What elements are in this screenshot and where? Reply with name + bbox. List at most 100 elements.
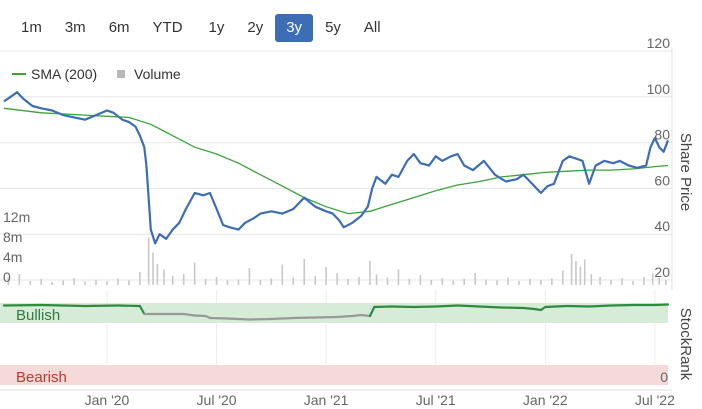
- bearish-label: Bearish: [16, 369, 67, 386]
- volume-bar: [226, 280, 229, 285]
- volume-tick-label: 4m: [3, 249, 22, 265]
- volume-bar: [463, 279, 465, 285]
- volume-bar: [128, 280, 130, 285]
- volume-bar: [496, 280, 498, 285]
- volume-bar: [419, 275, 422, 285]
- volume-bar: [156, 264, 159, 285]
- volume-bar: [590, 274, 593, 285]
- stockrank-axis-title: StockRank: [677, 308, 694, 381]
- volume-bar: [529, 279, 531, 285]
- volume-bar: [430, 280, 433, 285]
- x-tick-label: Jan '22: [523, 392, 568, 408]
- volume-bar: [375, 274, 378, 285]
- stockrank-line-segment: [193, 314, 207, 318]
- sma-line-layer: [3, 107, 669, 215]
- volume-bar: [40, 279, 43, 285]
- sma-legend-label: SMA (200): [31, 66, 97, 82]
- stockrank-line-segment: [390, 305, 415, 309]
- stockrank-line-segment: [373, 305, 393, 309]
- stockrank-line-segment: [587, 304, 613, 308]
- bearish-zone: [0, 365, 668, 385]
- price-line: [3, 91, 670, 245]
- sma-line: [3, 107, 669, 215]
- price-tick-label: 80: [654, 127, 670, 143]
- volume-bar: [84, 281, 86, 285]
- volume-bar: [643, 277, 645, 285]
- volume-bar: [347, 279, 349, 285]
- volume-bar: [485, 279, 487, 285]
- stockrank-line-segment: [500, 306, 525, 310]
- volume-bar: [621, 278, 623, 285]
- volume-bar: [336, 273, 338, 285]
- volume-bar: [540, 280, 542, 285]
- volume-bar: [551, 278, 553, 285]
- price-tick-label: 60: [654, 172, 670, 188]
- volume-bar: [152, 252, 154, 285]
- volume-bar: [575, 261, 577, 285]
- stockrank-line-segment: [434, 304, 459, 308]
- volume-bar: [73, 278, 75, 285]
- volume-legend-swatch: [117, 70, 125, 78]
- volume-bar: [314, 276, 316, 285]
- volume-bar: [408, 279, 411, 285]
- stockrank-line-segment: [653, 303, 670, 307]
- volume-bar: [281, 264, 284, 285]
- stockrank-line-segment: [270, 316, 295, 321]
- stockrank-tick-label: 0: [660, 369, 668, 385]
- volume-bar: [106, 281, 108, 285]
- volume-bar: [237, 279, 240, 285]
- x-tick-label: Jul '22: [635, 392, 675, 408]
- volume-bar: [583, 259, 586, 285]
- volume-bar: [95, 279, 97, 285]
- volume-bar: [139, 272, 141, 285]
- volume-bar: [397, 269, 400, 285]
- volume-bar: [441, 278, 444, 285]
- volume-bar: [18, 274, 21, 285]
- volume-bar: [325, 267, 327, 285]
- price-tick-label: 120: [647, 35, 671, 51]
- stockrank-line-segment: [248, 317, 273, 321]
- volume-bar: [117, 278, 119, 285]
- price-tick-label: 40: [654, 218, 670, 234]
- volume-bar: [303, 259, 306, 285]
- volume-tick-label: 12m: [3, 209, 30, 225]
- stockrank-line-segment: [182, 312, 196, 317]
- volume-bar: [651, 273, 654, 285]
- volume-legend-label: Volume: [134, 66, 181, 82]
- stockrank-line-segment: [336, 314, 354, 319]
- volume-bar: [62, 280, 64, 285]
- stockrank-line-segment: [116, 304, 141, 308]
- volume-tick-label: 8m: [3, 229, 22, 245]
- volume-bar: [570, 254, 573, 285]
- volume-bar: [147, 237, 150, 285]
- share-price-chart: 20 40 60 80 100 120 0 4m 8m 12m Share Price Jan '20…: [0, 35, 694, 408]
- stockrank-line-segment: [208, 316, 229, 320]
- volume-bar: [579, 266, 582, 285]
- bullish-label: Bullish: [16, 307, 60, 324]
- volume-bar: [562, 270, 564, 285]
- stockrank-panel: Bullish Bearish 0 StockRank: [0, 303, 694, 386]
- stockrank-line-segment: [566, 304, 591, 308]
- volume-tick-label: 0: [3, 269, 11, 285]
- price-tick-label: 100: [647, 81, 671, 97]
- stockrank-line-segment: [360, 313, 372, 318]
- volume-bar: [259, 280, 262, 285]
- volume-bar: [29, 281, 32, 285]
- stockrank-line-segment: [2, 303, 43, 307]
- stockrank-line-segment: [412, 305, 437, 309]
- volume-bar: [665, 279, 667, 285]
- stockrank-line-segment: [456, 304, 481, 308]
- volume-bar: [182, 274, 185, 285]
- legend: SMA (200) Volume: [12, 66, 181, 82]
- x-tick-label: Jan '21: [304, 392, 349, 408]
- stockrank-line-segment: [522, 306, 536, 311]
- volume-bars: [7, 237, 667, 285]
- stockrank-line-segment: [314, 315, 339, 319]
- volume-bar: [610, 280, 612, 285]
- stockrank-line-segment: [226, 317, 251, 321]
- stockrank-line-segment: [292, 316, 317, 320]
- volume-bar: [204, 279, 207, 285]
- volume-bar: [215, 277, 218, 285]
- volume-bar: [386, 277, 389, 285]
- volume-bar: [358, 277, 360, 285]
